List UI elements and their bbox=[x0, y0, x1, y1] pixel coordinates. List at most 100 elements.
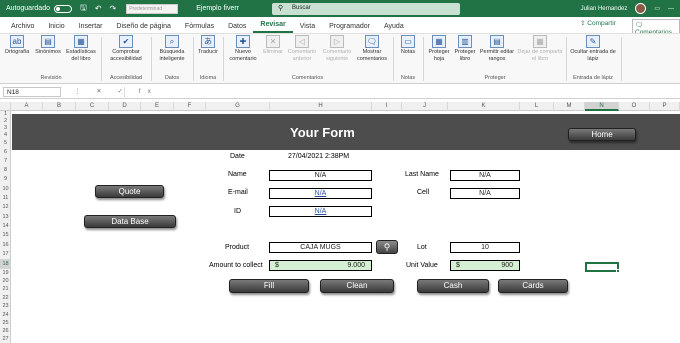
select-all-corner[interactable] bbox=[0, 102, 11, 111]
row-header-5[interactable]: 5 bbox=[0, 139, 11, 147]
row-header-23[interactable]: 23 bbox=[0, 302, 11, 311]
lot-field[interactable]: 10 bbox=[450, 242, 520, 253]
tab-diseno[interactable]: Diseño de página bbox=[109, 23, 178, 33]
row-header-16[interactable]: 16 bbox=[0, 240, 11, 250]
show-comments-button[interactable]: 🗨 Mostrar comentarios bbox=[355, 35, 389, 62]
row-header-26[interactable]: 26 bbox=[0, 327, 11, 335]
style-dropdown[interactable]: Predeterminad bbox=[126, 3, 179, 14]
column-header-f[interactable]: F bbox=[174, 102, 206, 111]
avatar[interactable] bbox=[635, 3, 647, 14]
row-header-12[interactable]: 12 bbox=[0, 203, 11, 212]
notes-button[interactable]: ▭ Notas bbox=[396, 35, 420, 56]
cards-button[interactable]: Cards bbox=[498, 279, 568, 293]
column-header-j[interactable]: J bbox=[402, 102, 448, 111]
column-header-o[interactable]: O bbox=[619, 102, 650, 111]
product-field[interactable]: CAJA MUGS bbox=[269, 242, 372, 253]
row-header-4[interactable]: 4 bbox=[0, 132, 11, 139]
protect-workbook-button[interactable]: ▥ Proteger libro bbox=[452, 35, 478, 62]
row-header-14[interactable]: 14 bbox=[0, 222, 11, 231]
column-header-n[interactable]: N bbox=[585, 102, 619, 111]
user-name[interactable]: Julian Hernandez bbox=[581, 6, 628, 12]
database-button[interactable]: Data Base bbox=[84, 215, 176, 228]
fill-button[interactable]: Fill bbox=[229, 279, 309, 293]
tab-programador[interactable]: Programador bbox=[322, 23, 377, 33]
column-header-k[interactable]: K bbox=[448, 102, 520, 111]
column-header-i[interactable]: I bbox=[372, 102, 402, 111]
share-button[interactable]: ⇪ Compartir bbox=[580, 19, 616, 27]
column-header-m[interactable]: M bbox=[554, 102, 585, 111]
column-header-c[interactable]: C bbox=[76, 102, 109, 111]
row-header-3[interactable]: 3 bbox=[0, 125, 11, 132]
tab-archivo[interactable]: Archivo bbox=[4, 23, 41, 33]
protect-sheet-button[interactable]: ▦ Proteger hoja bbox=[426, 35, 452, 62]
column-header-l[interactable]: L bbox=[520, 102, 554, 111]
tab-revisar[interactable]: Revisar bbox=[253, 21, 293, 33]
row-header-22[interactable]: 22 bbox=[0, 294, 11, 302]
row-header-17[interactable]: 17 bbox=[0, 250, 11, 259]
name-field[interactable]: N/A bbox=[269, 170, 372, 181]
undo-icon[interactable]: ↶ bbox=[95, 4, 102, 13]
cash-button[interactable]: Cash bbox=[417, 279, 489, 293]
check-accessibility-button[interactable]: ✔ Comprobar accesibilidad bbox=[104, 35, 148, 62]
hide-ink-button[interactable]: ✎ Ocultar entrada de lápiz bbox=[570, 35, 616, 62]
amount-field[interactable]: $ 9.000 bbox=[269, 260, 372, 271]
search-box[interactable]: ⚲ Buscar bbox=[272, 3, 460, 15]
row-header-19[interactable]: 19 bbox=[0, 269, 11, 277]
row-header-20[interactable]: 20 bbox=[0, 277, 11, 285]
column-header-e[interactable]: E bbox=[141, 102, 174, 111]
column-header-g[interactable]: G bbox=[206, 102, 270, 111]
translate-button[interactable]: あ Traducir bbox=[196, 35, 220, 56]
email-field[interactable]: N/A bbox=[269, 188, 372, 199]
tab-inicio[interactable]: Inicio bbox=[41, 23, 71, 33]
new-comment-button[interactable]: ✚ Nuevo comentario bbox=[226, 35, 260, 62]
row-header-18[interactable]: 18 bbox=[0, 259, 11, 269]
save-icon[interactable]: 🖫 bbox=[80, 2, 87, 16]
tab-insertar[interactable]: Insertar bbox=[72, 23, 110, 33]
last-name-field[interactable]: N/A bbox=[450, 170, 520, 181]
row-header-21[interactable]: 21 bbox=[0, 285, 11, 294]
tab-datos[interactable]: Datos bbox=[221, 23, 253, 33]
column-header-a[interactable]: A bbox=[11, 102, 43, 111]
autosave-toggle[interactable] bbox=[53, 4, 72, 13]
formula-input[interactable] bbox=[124, 87, 678, 97]
row-header-25[interactable]: 25 bbox=[0, 319, 11, 327]
fill-handle[interactable] bbox=[616, 269, 620, 273]
quote-button[interactable]: Quote bbox=[95, 185, 164, 198]
id-field[interactable]: N/A bbox=[269, 206, 372, 217]
spelling-button[interactable]: ab Ortografía bbox=[4, 35, 30, 56]
next-comment-button[interactable]: ▷ Comentario siguiente bbox=[320, 35, 354, 62]
cell-field[interactable]: N/A bbox=[450, 188, 520, 199]
row-header-9[interactable]: 9 bbox=[0, 175, 11, 184]
row-header-1[interactable]: 1 bbox=[0, 111, 11, 118]
column-header-h[interactable]: H bbox=[270, 102, 372, 111]
row-header-8[interactable]: 8 bbox=[0, 165, 11, 175]
row-header-6[interactable]: 6 bbox=[0, 147, 11, 157]
row-header-27[interactable]: 27 bbox=[0, 335, 11, 343]
name-box[interactable]: N18 bbox=[3, 87, 61, 97]
ribbon-display-icon[interactable]: ▭ bbox=[654, 5, 660, 12]
product-search-button[interactable]: ⚲ bbox=[376, 240, 398, 254]
thesaurus-button[interactable]: ▤ Sinónimos bbox=[32, 35, 64, 56]
home-button[interactable]: Home bbox=[568, 128, 636, 141]
column-header-b[interactable]: B bbox=[43, 102, 76, 111]
row-header-15[interactable]: 15 bbox=[0, 231, 11, 240]
tab-vista[interactable]: Vista bbox=[293, 23, 322, 33]
column-header-d[interactable]: D bbox=[109, 102, 141, 111]
row-header-10[interactable]: 10 bbox=[0, 184, 11, 194]
tab-ayuda[interactable]: Ayuda bbox=[377, 23, 411, 33]
selected-cell[interactable] bbox=[585, 262, 619, 272]
row-header-24[interactable]: 24 bbox=[0, 311, 11, 319]
row-header-11[interactable]: 11 bbox=[0, 194, 11, 203]
smart-lookup-button[interactable]: ⌕ Búsqueda inteligente bbox=[154, 35, 190, 62]
document-name[interactable]: Ejemplo fiverr bbox=[196, 5, 239, 12]
previous-comment-button[interactable]: ◁ Comentario anterior bbox=[286, 35, 318, 62]
minimize-icon[interactable]: — bbox=[668, 6, 674, 12]
unit-value-field[interactable]: $ 900 bbox=[450, 260, 520, 271]
allow-edit-ranges-button[interactable]: ▤ Permitir editar rangos bbox=[478, 35, 516, 62]
row-header-7[interactable]: 7 bbox=[0, 157, 11, 165]
row-header-13[interactable]: 13 bbox=[0, 212, 11, 222]
row-header-2[interactable]: 2 bbox=[0, 118, 11, 125]
clean-button[interactable]: Clean bbox=[320, 279, 394, 293]
delete-comment-button[interactable]: ✕ Eliminar bbox=[260, 35, 286, 56]
tab-formulas[interactable]: Fórmulas bbox=[178, 23, 221, 33]
